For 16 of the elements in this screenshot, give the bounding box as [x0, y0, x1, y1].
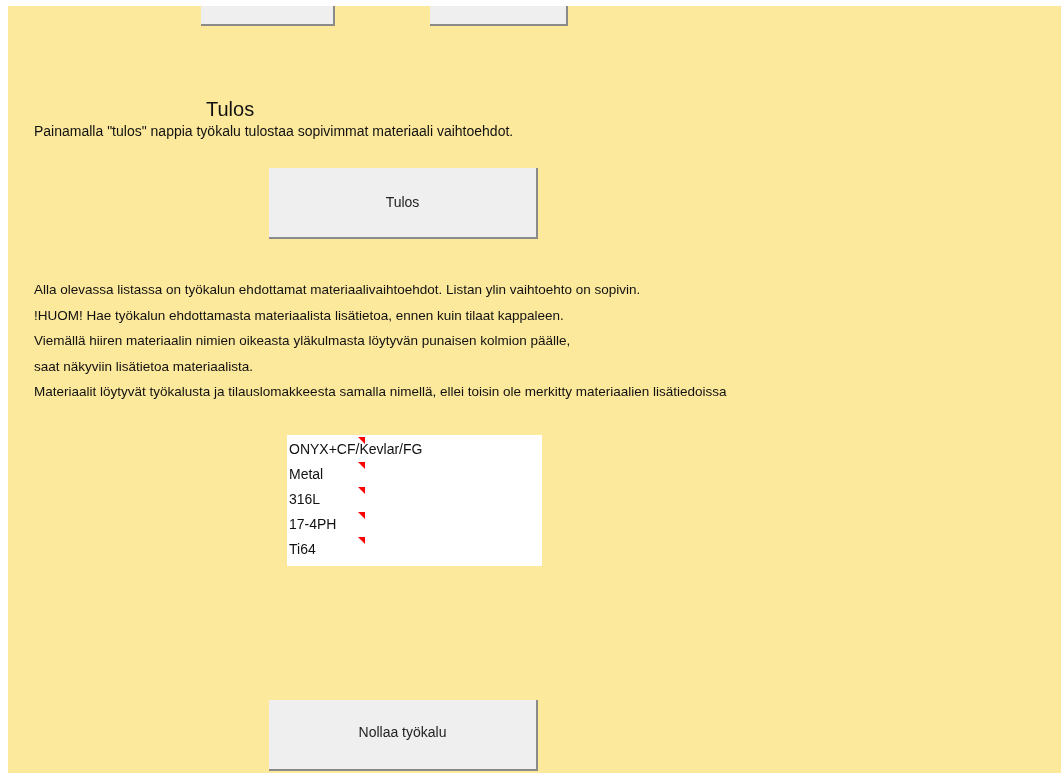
instruction-text: saat näkyviin lisätietoa materiaalista. — [34, 357, 254, 376]
instruction-text: Viemällä hiiren materiaalin nimien oikeasta yläkulmasta löytyvän punaisen kolmion päälle, — [34, 332, 571, 350]
material-name: 17-4PH — [288, 515, 337, 534]
button[interactable] — [201, 6, 335, 26]
reset-button[interactable]: Nollaa työkalu — [269, 699, 538, 771]
section-heading: Tulos — [206, 97, 255, 121]
intro-text: Painamalla "tulos" nappia työkalu tulostaa sopivimmat materiaali vaihtoehdot. — [34, 122, 514, 141]
button[interactable] — [430, 6, 568, 26]
instruction-text: Materiaalit löytyvät työkalusta ja tilauslomakkeesta samalla nimellä, ellei toisin ole merkitty materiaalien lisätiedoissa — [34, 383, 727, 401]
material-name: Metal — [288, 465, 324, 484]
material-name: ONYX+CF/Kevlar/FG — [288, 440, 423, 459]
instruction-text: Alla olevassa listassa on työkalun ehdottamat materiaalivaihtoehdot. Listan ylin vaihtoehto on sopivin. — [34, 281, 641, 299]
result-button[interactable]: Tulos — [269, 168, 538, 239]
material-name: Ti64 — [288, 540, 316, 559]
material-name: 316L — [288, 490, 321, 509]
instruction-text: !HUOM! Hae työkalun ehdottamasta materiaalista lisätietoa, ennen kuin tilaat kappaleen. — [34, 306, 564, 325]
